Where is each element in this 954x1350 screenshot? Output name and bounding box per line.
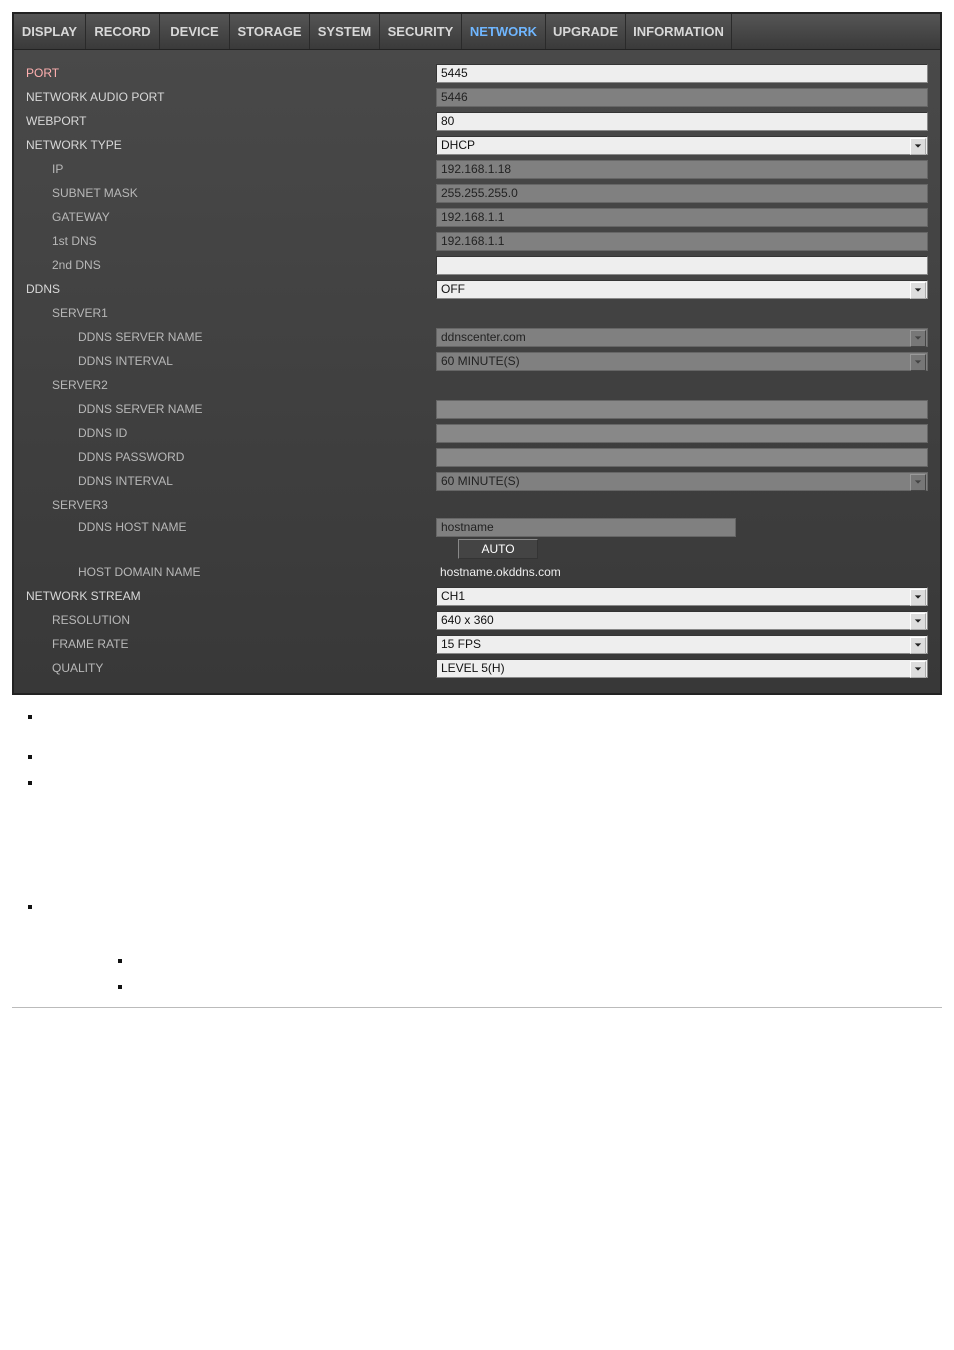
chevron-down-icon[interactable]: [910, 637, 926, 654]
bullet: [42, 897, 942, 915]
tab-display[interactable]: DISPLAY: [14, 14, 86, 49]
auto-button[interactable]: AUTO: [458, 539, 538, 559]
bullet: [132, 951, 942, 969]
bullet: [42, 773, 942, 791]
s3-hostname-label: DDNS HOST NAME: [78, 520, 186, 534]
resolution-select[interactable]: 640 x 360: [436, 611, 928, 630]
s3-domain-value: hostname.okddns.com: [436, 565, 565, 579]
subnet-mask-label: SUBNET MASK: [52, 186, 138, 200]
s1-interval-select: 60 MINUTE(S): [436, 352, 928, 371]
tab-storage[interactable]: STORAGE: [230, 14, 310, 49]
s2-password-input: [436, 448, 928, 467]
network-audio-port-value: 5446: [436, 88, 928, 107]
tab-information[interactable]: INFORMATION: [626, 14, 732, 49]
network-type-select[interactable]: DHCP: [436, 136, 928, 155]
s3-hostname-value: hostname: [436, 518, 736, 537]
webport-label: WEBPORT: [26, 114, 436, 128]
bullet: [42, 707, 942, 725]
tab-bar: DISPLAY RECORD DEVICE STORAGE SYSTEM SEC…: [14, 14, 940, 50]
server2-label: SERVER2: [52, 378, 108, 392]
ddns-select[interactable]: OFF: [436, 280, 928, 299]
s2-interval-select: 60 MINUTE(S): [436, 472, 928, 491]
network-stream-label: NETWORK STREAM: [26, 589, 436, 603]
chevron-down-icon[interactable]: [910, 282, 926, 299]
server3-label: SERVER3: [52, 498, 108, 512]
dns2-label: 2nd DNS: [52, 258, 101, 272]
bullet: [42, 747, 942, 765]
webport-input[interactable]: 80: [436, 112, 928, 131]
s2-password-label: DDNS PASSWORD: [78, 450, 184, 464]
doc-notes: [12, 707, 942, 995]
chevron-down-icon: [910, 330, 926, 347]
ip-value: 192.168.1.18: [436, 160, 928, 179]
chevron-down-icon[interactable]: [910, 661, 926, 678]
s2-interval-label: DDNS INTERVAL: [78, 474, 173, 488]
s2-server-name-label: DDNS SERVER NAME: [78, 402, 202, 416]
s1-server-name-select: ddnscenter.com: [436, 328, 928, 347]
gateway-value: 192.168.1.1: [436, 208, 928, 227]
quality-label: QUALITY: [52, 661, 103, 675]
dns2-input[interactable]: [436, 256, 928, 275]
bullet: [132, 977, 942, 995]
s2-id-input: [436, 424, 928, 443]
s2-server-name-input: [436, 400, 928, 419]
ddns-label: DDNS: [26, 282, 436, 296]
port-input[interactable]: 5445: [436, 64, 928, 83]
network-settings-panel: DISPLAY RECORD DEVICE STORAGE SYSTEM SEC…: [12, 12, 942, 695]
server1-label: SERVER1: [52, 306, 108, 320]
tab-security[interactable]: SECURITY: [380, 14, 462, 49]
gateway-label: GATEWAY: [52, 210, 110, 224]
s1-interval-label: DDNS INTERVAL: [78, 354, 173, 368]
tab-system[interactable]: SYSTEM: [310, 14, 380, 49]
chevron-down-icon[interactable]: [910, 613, 926, 630]
chevron-down-icon[interactable]: [910, 138, 926, 155]
frame-rate-label: FRAME RATE: [52, 637, 128, 651]
divider: [12, 1007, 942, 1008]
tab-device[interactable]: DEVICE: [160, 14, 230, 49]
chevron-down-icon: [910, 474, 926, 491]
s1-server-name-label: DDNS SERVER NAME: [78, 330, 202, 344]
subnet-mask-value: 255.255.255.0: [436, 184, 928, 203]
port-label: PORT: [26, 66, 436, 80]
network-stream-select[interactable]: CH1: [436, 587, 928, 606]
dns1-value: 192.168.1.1: [436, 232, 928, 251]
chevron-down-icon: [910, 354, 926, 371]
resolution-label: RESOLUTION: [52, 613, 130, 627]
frame-rate-select[interactable]: 15 FPS: [436, 635, 928, 654]
chevron-down-icon[interactable]: [910, 589, 926, 606]
quality-select[interactable]: LEVEL 5(H): [436, 659, 928, 678]
tab-record[interactable]: RECORD: [86, 14, 160, 49]
network-audio-port-label: NETWORK AUDIO PORT: [26, 90, 436, 104]
ip-label: IP: [52, 162, 63, 176]
dns1-label: 1st DNS: [52, 234, 97, 248]
settings-body: PORT 5445 NETWORK AUDIO PORT 5446 WEBPOR…: [14, 50, 940, 693]
s2-id-label: DDNS ID: [78, 426, 127, 440]
s3-domain-label: HOST DOMAIN NAME: [78, 565, 200, 579]
tab-upgrade[interactable]: UPGRADE: [546, 14, 626, 49]
network-type-label: NETWORK TYPE: [26, 138, 436, 152]
tab-network[interactable]: NETWORK: [462, 14, 546, 49]
